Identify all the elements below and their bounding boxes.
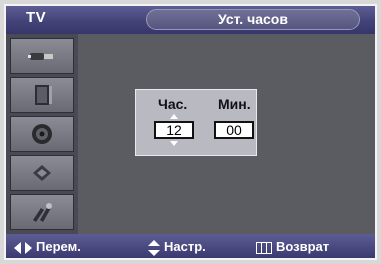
picture-icon: [35, 85, 52, 105]
sidebar-item-sound[interactable]: [10, 116, 74, 152]
sidebar-item-channel[interactable]: [10, 155, 74, 191]
minute-label: Мин.: [218, 96, 251, 112]
clock-set-panel: Час. Мин. 12 00: [135, 89, 257, 156]
osd-footer: Перем. Настр. Возврат: [6, 234, 375, 258]
osd-header: TV Уст. часов: [6, 6, 375, 34]
channel-icon: [33, 165, 51, 181]
arrow-down-icon[interactable]: [170, 141, 178, 146]
tv-osd-screen: TV Уст. часов Час. Мин. 12 00 Перем. Нас…: [0, 0, 381, 264]
footer-move-hint: Перем.: [14, 239, 81, 254]
footer-return-label: Возврат: [276, 239, 330, 254]
input-plug-icon: [28, 53, 53, 60]
sidebar-item-picture[interactable]: [10, 77, 74, 113]
osd-frame: TV Уст. часов Час. Мин. 12 00 Перем. Нас…: [4, 4, 377, 260]
sidebar-item-input[interactable]: [10, 38, 74, 74]
footer-return-hint: Возврат: [256, 239, 329, 254]
up-down-arrows-icon: [148, 239, 160, 256]
content-area: Час. Мин. 12 00: [78, 34, 375, 234]
setup-icon: [33, 203, 52, 222]
sidebar-item-setup[interactable]: [10, 194, 74, 230]
minute-field[interactable]: 00: [214, 121, 254, 139]
left-right-arrows-icon: [14, 241, 32, 254]
menu-title: Уст. часов: [146, 9, 360, 30]
menu-sidebar: [6, 34, 78, 234]
footer-move-label: Перем.: [36, 239, 81, 254]
hour-field[interactable]: 12: [154, 121, 194, 139]
menu-return-icon: [256, 241, 272, 254]
footer-adjust-hint: Настр.: [148, 239, 206, 256]
source-label: TV: [26, 9, 47, 26]
footer-adjust-label: Настр.: [164, 239, 206, 254]
sound-icon: [32, 124, 52, 144]
arrow-up-icon[interactable]: [170, 114, 178, 119]
hour-label: Час.: [158, 96, 188, 112]
